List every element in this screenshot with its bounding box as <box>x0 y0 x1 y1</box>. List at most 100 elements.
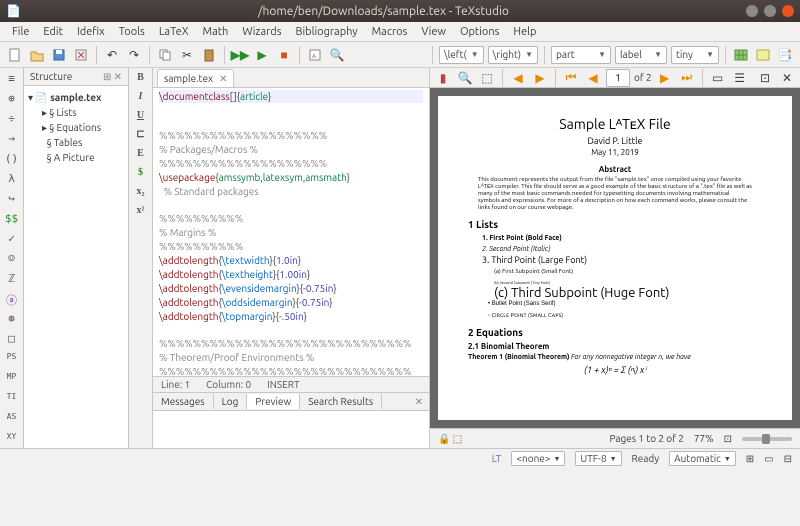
symbol-wasysym-icon[interactable]: ℤ <box>4 272 20 286</box>
bottom-close-icon[interactable]: ✕ <box>407 394 429 410</box>
pv-zoom[interactable]: 77% <box>694 433 714 444</box>
structure-toggle-icon[interactable]: ⊞ <box>746 453 754 465</box>
tree-item-lists[interactable]: ▸ § Lists <box>28 105 124 120</box>
tree-item-equations[interactable]: ▸ § Equations <box>28 120 124 135</box>
menu-latex[interactable]: LaTeX <box>153 24 195 40</box>
symbol-mostused-icon[interactable]: □ <box>4 332 20 346</box>
symbol-relations-icon[interactable]: ÷ <box>4 112 20 126</box>
copy-icon[interactable] <box>156 46 174 64</box>
symbol-special-icon[interactable]: ⓐ <box>4 292 20 306</box>
pv-search-icon[interactable]: 🔍 <box>456 69 474 87</box>
build-view-icon[interactable]: ▶▶ <box>231 46 249 64</box>
bold-icon[interactable]: B <box>133 72 149 86</box>
align-left-icon[interactable]: ⊏ <box>133 129 149 143</box>
tab-close-icon[interactable]: ✕ <box>219 73 227 85</box>
menu-options[interactable]: Options <box>454 24 505 40</box>
close-file-icon[interactable] <box>72 46 90 64</box>
underline-icon[interactable]: U <box>133 110 149 124</box>
symbol-math-icon[interactable]: $$ <box>4 212 20 226</box>
pv-cursor-icon[interactable]: ⬚ <box>478 69 496 87</box>
symbol-pstricks-icon[interactable]: PS <box>4 352 20 366</box>
symbol-metapost-icon[interactable]: MP <box>4 372 20 386</box>
compile-icon[interactable]: ▶ <box>253 46 271 64</box>
pv-close-icon[interactable]: ✕ <box>778 69 796 87</box>
right-delim-combo[interactable]: \right)▼ <box>488 46 538 64</box>
maximize-button[interactable] <box>764 5 776 17</box>
spellcheck-icon[interactable]: LT <box>492 453 502 464</box>
tab-messages[interactable]: Messages <box>153 394 214 409</box>
symbol-arrows-icon[interactable]: → <box>4 132 20 146</box>
pv-last-icon[interactable]: ⏭ <box>678 69 696 87</box>
symbol-misc-text-icon[interactable]: ☺ <box>4 252 20 266</box>
symbol-tikz-icon[interactable]: TI <box>4 392 20 406</box>
pv-lock-icon[interactable]: 🔒 ⬚ <box>438 433 462 445</box>
pv-first-icon[interactable]: ⏮ <box>562 69 580 87</box>
save-icon[interactable] <box>50 46 68 64</box>
subscript-icon[interactable]: x₂ <box>133 186 149 200</box>
superscript-icon[interactable]: x² <box>133 205 149 219</box>
pv-page-input[interactable] <box>606 69 630 87</box>
left-delim-combo[interactable]: \left(▼ <box>439 46 484 64</box>
language-combo[interactable]: <none>▼ <box>511 451 565 466</box>
tree-item-tables[interactable]: § Tables <box>28 135 124 150</box>
tab-preview[interactable]: Preview <box>247 394 300 409</box>
pv-zoom-slider[interactable] <box>742 437 792 441</box>
symbol-operators-icon[interactable]: ⊕ <box>4 92 20 106</box>
pv-window-icon[interactable]: ⊡ <box>756 69 774 87</box>
inline-math-icon[interactable]: $ <box>133 167 149 181</box>
pv-prevpage-icon[interactable]: ◀ <box>584 69 602 87</box>
pv-next-icon[interactable]: ▶ <box>531 69 549 87</box>
symbol-xypic-icon[interactable]: XY <box>4 432 20 446</box>
menu-view[interactable]: View <box>415 24 452 40</box>
menu-help[interactable]: Help <box>507 24 542 40</box>
pv-fit-icon[interactable]: ⊡ <box>724 433 732 445</box>
code-editor[interactable]: \documentclass[]{article} %%%%%%%%%%%%%%… <box>153 88 429 376</box>
pv-continuous-icon[interactable]: ☰ <box>731 69 749 87</box>
symbol-structure-icon[interactable]: ≡ <box>4 72 20 86</box>
symbol-cyrillic-icon[interactable]: ↪ <box>4 192 20 206</box>
emphasis-icon[interactable]: E <box>133 148 149 162</box>
bookmark-icon[interactable]: 📑 <box>776 46 794 64</box>
menu-idefix[interactable]: Idefix <box>71 24 111 40</box>
image-icon[interactable] <box>754 46 772 64</box>
new-file-icon[interactable] <box>6 46 24 64</box>
menu-wizards[interactable]: Wizards <box>236 24 287 40</box>
menu-bibliography[interactable]: Bibliography <box>289 24 363 40</box>
pv-mark-icon[interactable]: ▮ <box>434 69 452 87</box>
pv-prev-icon[interactable]: ◀ <box>509 69 527 87</box>
tab-search-results[interactable]: Search Results <box>300 394 382 409</box>
messages-toggle-icon[interactable]: ▭ <box>764 453 773 465</box>
redo-icon[interactable]: ↷ <box>125 46 143 64</box>
cut-icon[interactable]: ✂ <box>178 46 196 64</box>
encoding-combo[interactable]: UTF-8▼ <box>575 451 621 466</box>
table-icon[interactable] <box>732 46 750 64</box>
structure-close-icon[interactable]: ⊞ ✕ <box>103 71 122 83</box>
close-button[interactable] <box>782 5 794 17</box>
symbol-misc-math-icon[interactable]: ✓ <box>4 232 20 246</box>
preview-viewport[interactable]: Sample LᴬTᴇX File David P. Little May 11… <box>430 88 800 428</box>
menu-macros[interactable]: Macros <box>366 24 414 40</box>
menu-tools[interactable]: Tools <box>113 24 151 40</box>
symbol-asymptote-icon[interactable]: AS <box>4 412 20 426</box>
section-combo[interactable]: part▼ <box>551 46 611 64</box>
symbol-delimiters-icon[interactable]: () <box>4 152 20 166</box>
paste-icon[interactable] <box>200 46 218 64</box>
view-log-icon[interactable]: 🔍 <box>328 46 346 64</box>
undo-icon[interactable]: ↶ <box>103 46 121 64</box>
editor-tab[interactable]: sample.tex ✕ <box>157 69 234 87</box>
open-file-icon[interactable] <box>28 46 46 64</box>
symbol-greek-icon[interactable]: λ <box>4 172 20 186</box>
tab-log[interactable]: Log <box>214 394 248 409</box>
menu-file[interactable]: File <box>6 24 35 40</box>
menu-edit[interactable]: Edit <box>37 24 69 40</box>
size-combo[interactable]: tiny▼ <box>671 46 719 64</box>
menu-math[interactable]: Math <box>197 24 235 40</box>
pv-nextpage-icon[interactable]: ▶ <box>656 69 674 87</box>
tree-root[interactable]: ▾ 📄 sample.tex <box>28 90 124 105</box>
italic-icon[interactable]: I <box>133 91 149 105</box>
preview-toggle-icon[interactable]: ⊟ <box>784 453 792 465</box>
tree-item-picture[interactable]: § A Picture <box>28 150 124 165</box>
symbol-favorites-icon[interactable]: ⊛ <box>4 312 20 326</box>
minimize-button[interactable] <box>746 5 758 17</box>
stop-icon[interactable]: ■ <box>275 46 293 64</box>
